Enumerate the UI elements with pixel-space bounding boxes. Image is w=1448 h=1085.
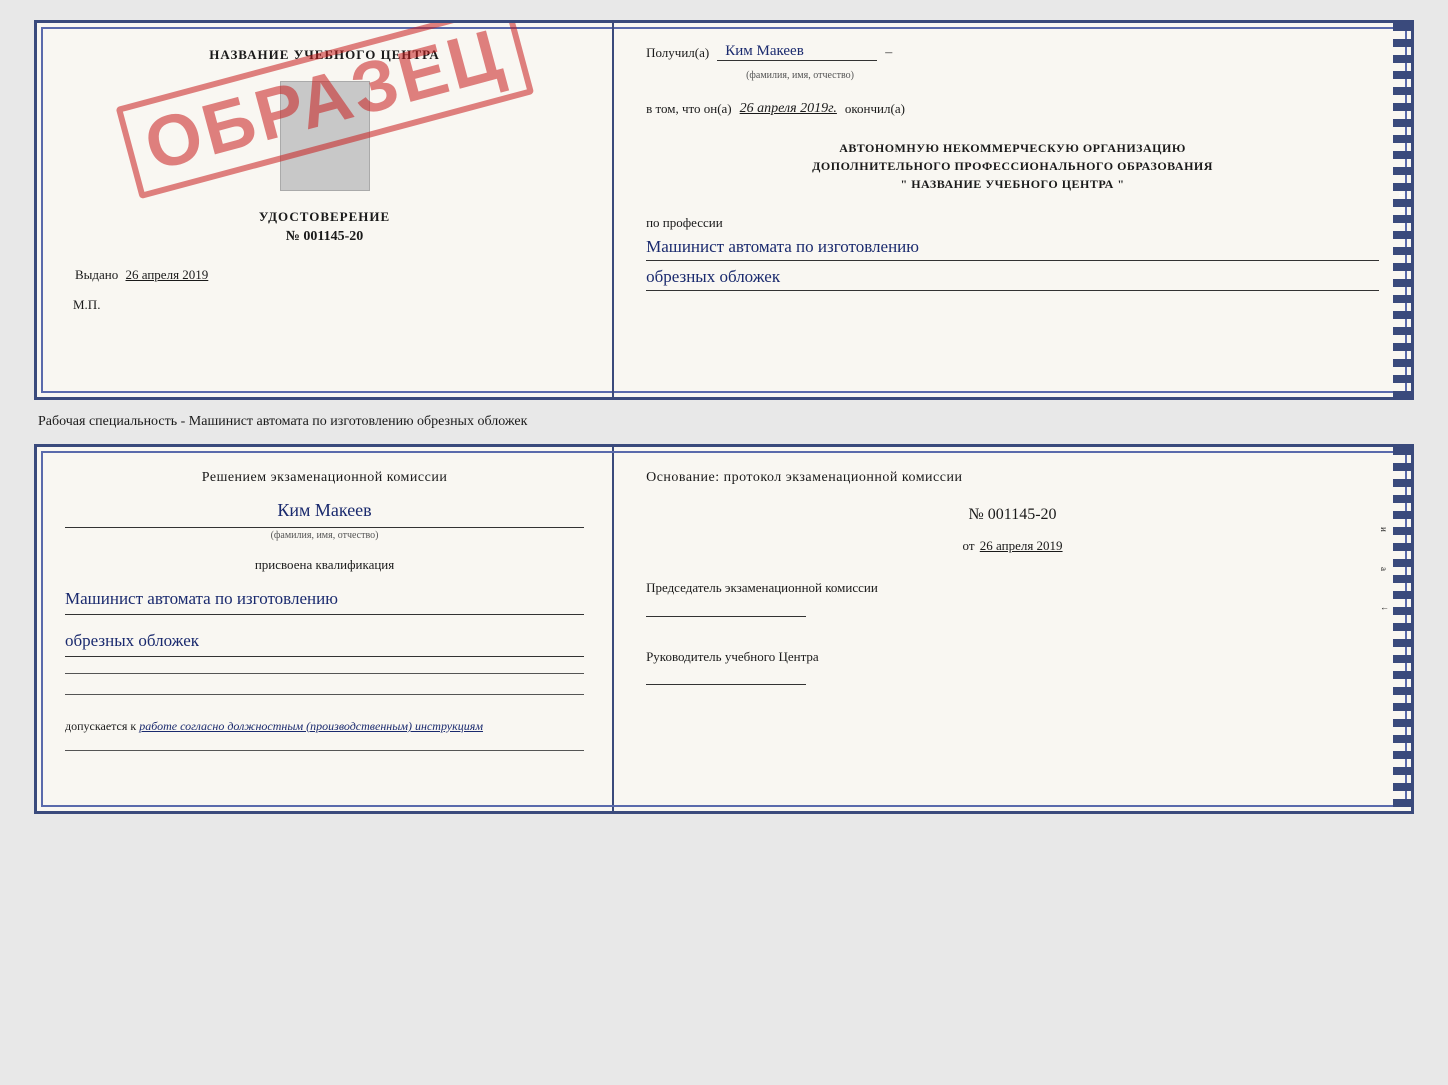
line-spacer-3 — [65, 750, 584, 751]
bottom-name-cursive: Ким Макеев — [65, 500, 584, 521]
line-spacer-2 — [65, 694, 584, 695]
predsedatel-signature-line — [646, 616, 806, 617]
udostoverenie-label: УДОСТОВЕРЕНИЕ — [259, 209, 390, 225]
fio-sub-top: (фамилия, имя, отчество) — [746, 70, 854, 81]
rukovoditel-signature-line — [646, 684, 806, 685]
separator-label: Рабочая специальность - Машинист автомат… — [34, 414, 531, 430]
date-prefix: от — [963, 538, 975, 553]
recipient-row: Получил(a) Ким Макеев – — [646, 43, 1379, 61]
top-left-panel: НАЗВАНИЕ УЧЕБНОГО ЦЕНТРА УДОСТОВЕРЕНИЕ №… — [37, 23, 614, 397]
side-label-a: а — [1379, 567, 1389, 573]
prisvoena-text: присвоена квалификация — [65, 557, 584, 573]
rukovoditel-label: Руководитель учебного Центра — [646, 647, 1379, 667]
po-professii-label: по профессии — [646, 215, 1379, 231]
dopuskaetsya-label: допускается к — [65, 719, 136, 733]
predsedatel-block: Председатель экзаменационной комиссии — [646, 578, 1379, 621]
org-line1: АВТОНОМНУЮ НЕКОММЕРЧЕСКУЮ ОРГАНИЗАЦИЮ — [646, 139, 1379, 157]
bottom-left-panel: Решением экзаменационной комиссии Ким Ма… — [37, 447, 614, 811]
side-label-arrow: ← — [1380, 602, 1389, 612]
top-right-panel: Получил(a) Ким Макеев – (фамилия, имя, о… — [614, 23, 1411, 397]
document-container: НАЗВАНИЕ УЧЕБНОГО ЦЕНТРА УДОСТОВЕРЕНИЕ №… — [34, 20, 1414, 814]
qualification-line1: Машинист автомата по изготовлению — [65, 585, 584, 615]
photo-placeholder — [280, 81, 370, 191]
vtom-row: в том, что он(а) 26 апреля 2019г. окончи… — [646, 101, 1379, 117]
profession-line1: Машинист автомата по изготовлению — [646, 233, 1379, 261]
vtom-date: 26 апреля 2019г. — [740, 101, 837, 117]
org-line2: ДОПОЛНИТЕЛЬНОГО ПРОФЕССИОНАЛЬНОГО ОБРАЗО… — [646, 157, 1379, 175]
line-spacer-1 — [65, 673, 584, 674]
protocol-date: 26 апреля 2019 — [980, 538, 1063, 553]
cert-number-top: № 001145-20 — [259, 229, 390, 245]
udostoverenie-block: УДОСТОВЕРЕНИЕ № 001145-20 — [259, 209, 390, 245]
right-decorative-bottom — [1393, 447, 1411, 811]
predsedatel-label: Председатель экзаменационной комиссии — [646, 578, 1379, 598]
resheniem-text: Решением экзаменационной комиссии — [65, 467, 584, 488]
org-name: " НАЗВАНИЕ УЧЕБНОГО ЦЕНТРА " — [646, 175, 1379, 193]
top-certificate: НАЗВАНИЕ УЧЕБНОГО ЦЕНТРА УДОСТОВЕРЕНИЕ №… — [34, 20, 1414, 400]
vydano-row: Выдано 26 апреля 2019 — [65, 267, 584, 283]
protocol-date-row: от 26 апреля 2019 — [646, 538, 1379, 554]
bottom-right-panel: Основание: протокол экзаменационной коми… — [614, 447, 1411, 811]
school-title-top: НАЗВАНИЕ УЧЕБНОГО ЦЕНТРА — [209, 47, 440, 63]
dopuskaetsya-cursive: работе согласно должностным (производств… — [139, 719, 483, 733]
vydano-date: 26 апреля 2019 — [126, 267, 209, 282]
osnovanie-text: Основание: протокол экзаменационной коми… — [646, 467, 1379, 488]
recipient-name: Ким Макеев — [717, 43, 877, 61]
poluchil-label: Получил(a) — [646, 45, 709, 61]
dopuskaetsya-block: допускается к работе согласно должностны… — [65, 719, 584, 734]
protocol-number: № 001145-20 — [646, 506, 1379, 524]
vydano-label: Выдано — [75, 267, 118, 282]
profession-line2: обрезных обложек — [646, 263, 1379, 291]
bottom-certificate: Решением экзаменационной комиссии Ким Ма… — [34, 444, 1414, 814]
rukovoditel-block: Руководитель учебного Центра — [646, 647, 1379, 690]
fio-sub-row: (фамилия, имя, отчество) — [646, 69, 1379, 81]
qualification-line2: обрезных обложек — [65, 627, 584, 657]
org-block: АВТОНОМНУЮ НЕКОММЕРЧЕСКУЮ ОРГАНИЗАЦИЮ ДО… — [646, 139, 1379, 193]
okonchil-label: окончил(а) — [845, 101, 905, 117]
profession-block: по профессии Машинист автомата по изгото… — [646, 215, 1379, 291]
side-label-i: и — [1379, 527, 1389, 534]
bottom-fio-sub: (фамилия, имя, отчество) — [65, 527, 584, 541]
vtom-label: в том, что он(а) — [646, 101, 732, 117]
mp-text: М.П. — [65, 297, 100, 313]
right-decorative-top: и а ← — [1393, 23, 1411, 397]
